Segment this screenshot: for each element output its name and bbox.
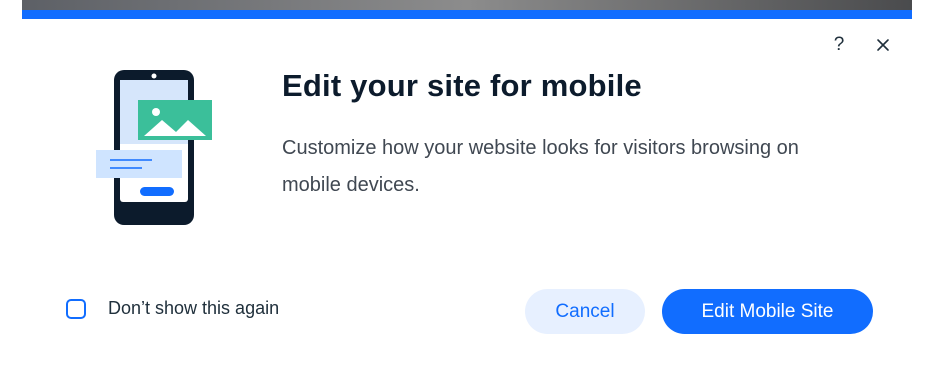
mobile-editor-dialog: ? Edit your site for mobile Customize ho… [0,0,928,376]
phone-camera [151,73,157,79]
checkbox-box[interactable] [66,298,86,319]
edit-mobile-site-button[interactable]: Edit Mobile Site [662,289,873,334]
cancel-button[interactable]: Cancel [525,289,645,334]
image-sun [152,108,160,116]
close-icon [877,39,889,51]
dialog-title: Edit your site for mobile [282,68,642,103]
question-mark-icon: ? [833,34,845,55]
mobile-phone-illustration [96,70,212,225]
text-card [96,150,182,178]
illustration-button [140,187,174,196]
editor-top-bar [22,10,912,19]
close-button[interactable] [872,34,894,56]
background-editor-strip [22,0,912,10]
dont-show-again-checkbox[interactable]: Don’t show this again [66,298,279,319]
dont-show-again-label: Don’t show this again [108,298,280,318]
help-button[interactable]: ? [828,33,850,57]
dialog-description: Customize how your website looks for vis… [282,137,799,196]
